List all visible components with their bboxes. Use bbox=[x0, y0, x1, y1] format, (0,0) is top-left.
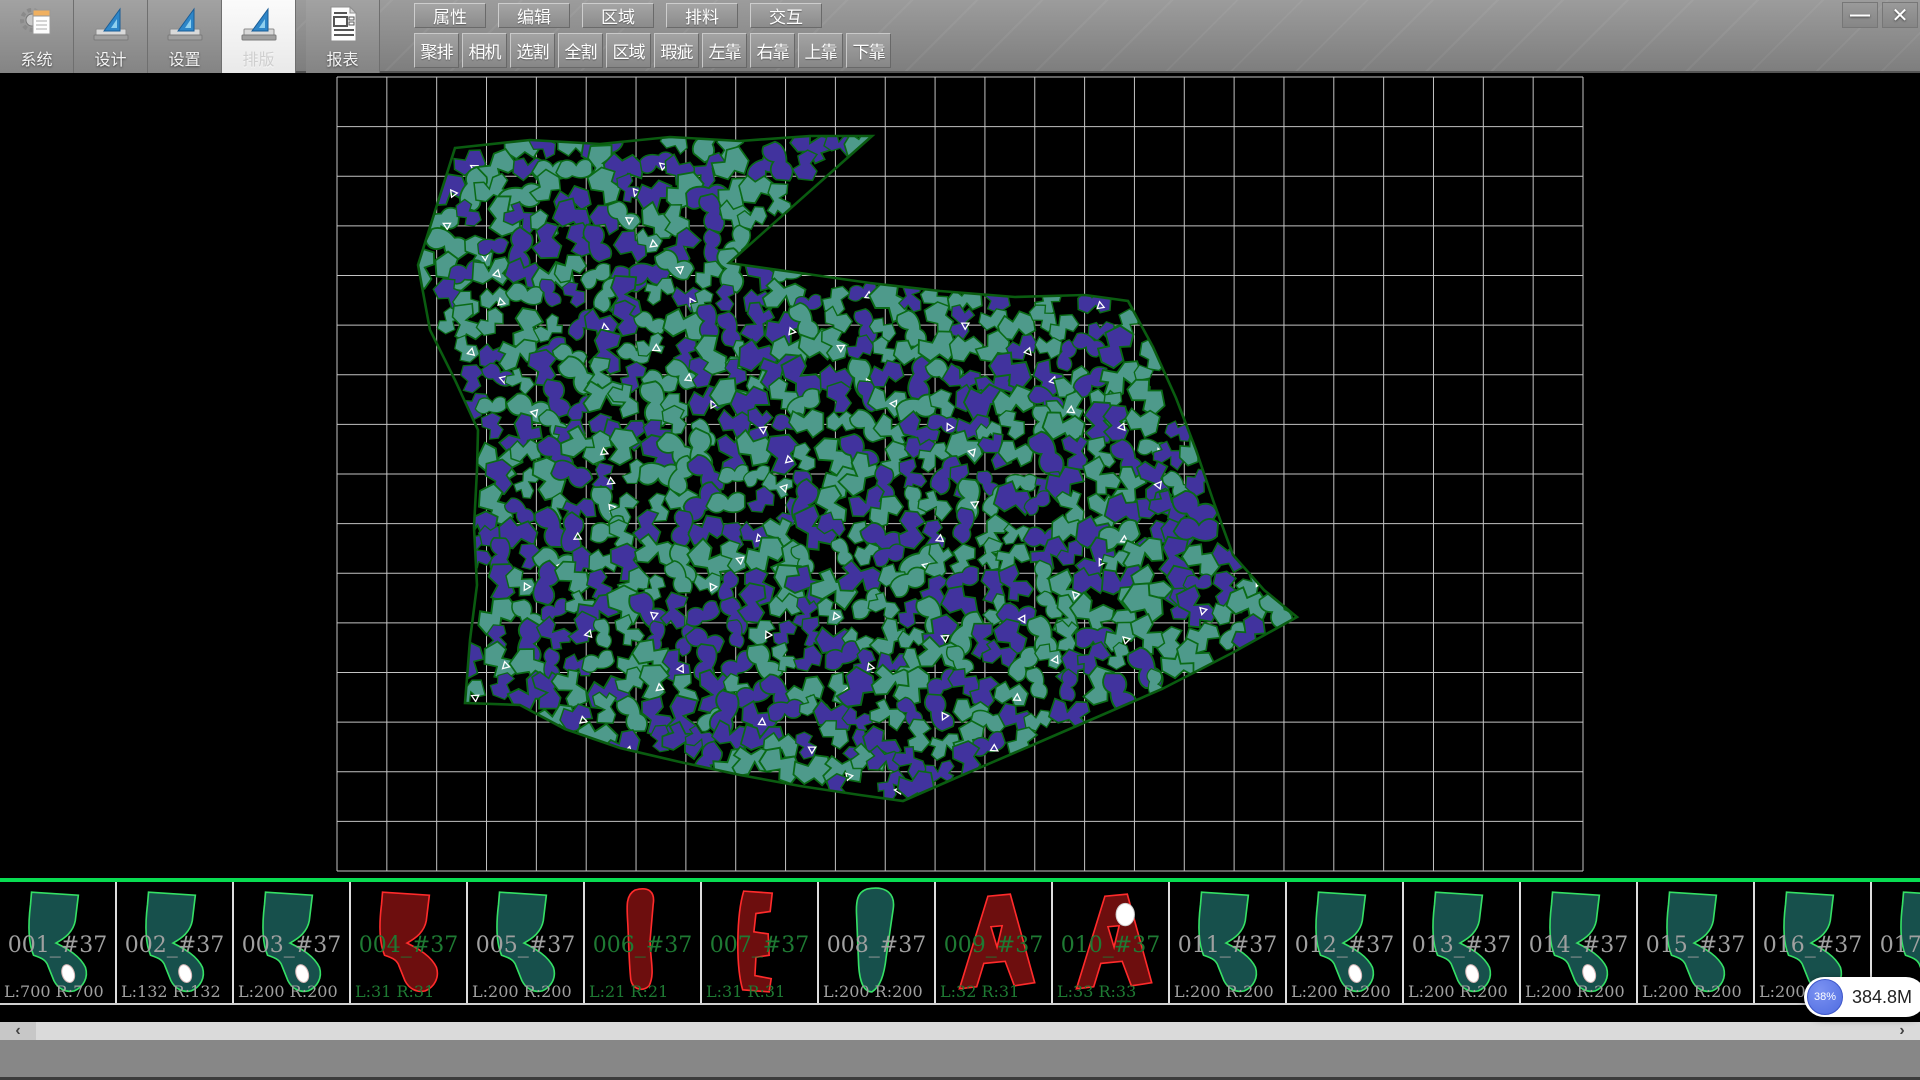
design-setsquare-icon bbox=[91, 4, 131, 44]
part-id-label: 007_#37 bbox=[702, 933, 817, 958]
main-nav-button[interactable]: 报表 bbox=[306, 0, 380, 73]
part-quantity-label: L:132 R:132 bbox=[121, 982, 221, 1001]
part-quantity-label: L:200 R:200 bbox=[238, 982, 338, 1001]
menu-tab[interactable]: 排料 bbox=[666, 3, 738, 28]
part-quantity-label: L:32 R:31 bbox=[940, 982, 1019, 1001]
report-document-icon bbox=[323, 4, 363, 44]
menu-tab[interactable]: 属性 bbox=[414, 3, 486, 28]
application-window: 系统 设计 设置 排版 报表 属性编辑区域排料交互 聚排相机选割全割区域瑕疵左靠… bbox=[0, 0, 1920, 1080]
part-id-label: 015_#37 bbox=[1638, 933, 1753, 958]
toolbar: 系统 设计 设置 排版 报表 属性编辑区域排料交互 聚排相机选割全割区域瑕疵左靠… bbox=[0, 0, 1920, 73]
scroll-left-icon[interactable]: ‹ bbox=[0, 1022, 36, 1040]
progress-percent-badge: 38% bbox=[1807, 979, 1843, 1015]
thumbnail-cell[interactable]: 003_#37 L:200 R:200 bbox=[234, 882, 351, 1003]
menu-tab-row: 属性编辑区域排料交互 bbox=[414, 3, 894, 28]
tool-button[interactable]: 全割 bbox=[558, 33, 603, 68]
parts-thumbnail-strip: 001_#37 L:700 R:700 002_#37 L:132 R:132 … bbox=[0, 878, 1920, 1005]
tool-button[interactable]: 区域 bbox=[606, 33, 651, 68]
thumbnail-cell[interactable]: 006_#37 L:21 R:21 bbox=[585, 882, 702, 1003]
part-id-label: 009_#37 bbox=[936, 933, 1051, 958]
part-id-label: 005_#37 bbox=[468, 933, 583, 958]
thumbnail-cell[interactable]: 007_#37 L:31 R:31 bbox=[702, 882, 819, 1003]
thumbnail-cell[interactable]: 014_#37 L:200 R:200 bbox=[1521, 882, 1638, 1003]
part-id-label: 004_#37 bbox=[351, 933, 466, 958]
part-quantity-label: L:31 R:31 bbox=[706, 982, 785, 1001]
main-nav-button[interactable]: 排版 bbox=[222, 0, 296, 73]
horizontal-scrollbar[interactable]: ‹ › bbox=[0, 1022, 1920, 1040]
thumbnail-cell[interactable]: 009_#37 L:32 R:31 bbox=[936, 882, 1053, 1003]
thumbnail-cell[interactable]: 005_#37 L:200 R:200 bbox=[468, 882, 585, 1003]
part-quantity-label: L:200 R:200 bbox=[1174, 982, 1274, 1001]
memory-usage-label: 384.8M bbox=[1852, 987, 1912, 1008]
part-quantity-label: L:21 R:21 bbox=[589, 982, 668, 1001]
part-id-label: 014_#37 bbox=[1521, 933, 1636, 958]
part-quantity-label: L:200 R:200 bbox=[1525, 982, 1625, 1001]
main-nav-button-label: 设置 bbox=[168, 46, 200, 70]
menu-tab[interactable]: 交互 bbox=[750, 3, 822, 28]
progress-widget: 38% 384.8M bbox=[1804, 977, 1920, 1017]
menu-area: 属性编辑区域排料交互 聚排相机选割全割区域瑕疵左靠右靠上靠下靠 bbox=[414, 0, 894, 68]
part-quantity-label: L:31 R:31 bbox=[355, 982, 434, 1001]
thumbnail-cell[interactable]: 008_#37 L:200 R:200 bbox=[819, 882, 936, 1003]
window-controls: — ✕ bbox=[1842, 2, 1918, 28]
part-id-label: 008_#37 bbox=[819, 933, 934, 958]
thumbnail-cell[interactable]: 011_#37 L:200 R:200 bbox=[1170, 882, 1287, 1003]
minimize-button[interactable]: — bbox=[1842, 2, 1878, 28]
main-nav-button[interactable]: 设置 bbox=[148, 0, 222, 73]
system-gear-icon bbox=[17, 4, 57, 44]
part-quantity-label: L:200 R:200 bbox=[1291, 982, 1391, 1001]
main-nav-button[interactable]: 系统 bbox=[0, 0, 74, 73]
thumbnail-cell[interactable]: 004_#37 L:31 R:31 bbox=[351, 882, 468, 1003]
part-quantity-label: L:200 R:200 bbox=[823, 982, 923, 1001]
part-id-label: 001_#37 bbox=[0, 933, 115, 958]
settings-setsquare-icon bbox=[165, 4, 205, 44]
part-quantity-label: L:33 R:33 bbox=[1057, 982, 1136, 1001]
thumbnail-cell[interactable]: 010_#37 L:33 R:33 bbox=[1053, 882, 1170, 1003]
main-nav-button-label: 报表 bbox=[326, 46, 358, 70]
nesting-setsquare-icon bbox=[239, 4, 279, 44]
part-id-label: 010_#37 bbox=[1053, 933, 1168, 958]
menu-tab[interactable]: 编辑 bbox=[498, 3, 570, 28]
main-nav-button-label: 系统 bbox=[20, 46, 52, 70]
main-nav-button-label: 设计 bbox=[94, 46, 126, 70]
tool-button[interactable]: 相机 bbox=[462, 33, 507, 68]
part-quantity-label: L:200 R:200 bbox=[1408, 982, 1508, 1001]
part-id-label: 011_#37 bbox=[1170, 933, 1285, 958]
nesting-canvas-svg bbox=[0, 73, 1920, 880]
part-quantity-label: L:200 R:200 bbox=[1642, 982, 1742, 1001]
scrollbar-track[interactable] bbox=[36, 1022, 1884, 1040]
status-bar bbox=[0, 1040, 1920, 1077]
part-quantity-label: L:200 R:200 bbox=[472, 982, 572, 1001]
tool-button[interactable]: 下靠 bbox=[846, 33, 891, 68]
part-id-label: 016_#37 bbox=[1755, 933, 1870, 958]
thumbnail-cell[interactable]: 012_#37 L:200 R:200 bbox=[1287, 882, 1404, 1003]
main-nav-button-label: 排版 bbox=[242, 46, 274, 70]
tool-button[interactable]: 选割 bbox=[510, 33, 555, 68]
tool-button[interactable]: 左靠 bbox=[702, 33, 747, 68]
tool-button-row: 聚排相机选割全割区域瑕疵左靠右靠上靠下靠 bbox=[414, 33, 894, 68]
part-id-label: 003_#37 bbox=[234, 933, 349, 958]
part-id-label: 002_#37 bbox=[117, 933, 232, 958]
tool-button[interactable]: 上靠 bbox=[798, 33, 843, 68]
part-id-label: 006_#37 bbox=[585, 933, 700, 958]
part-id-label: 012_#37 bbox=[1287, 933, 1402, 958]
part-quantity-label: L:700 R:700 bbox=[4, 982, 104, 1001]
part-id-label: 013_#37 bbox=[1404, 933, 1519, 958]
close-button[interactable]: ✕ bbox=[1882, 2, 1918, 28]
main-nav-button[interactable]: 设计 bbox=[74, 0, 148, 73]
tool-button[interactable]: 瑕疵 bbox=[654, 33, 699, 68]
thumbnail-cell[interactable]: 001_#37 L:700 R:700 bbox=[0, 882, 117, 1003]
thumbnail-cell[interactable]: 002_#37 L:132 R:132 bbox=[117, 882, 234, 1003]
part-id-label: 017_#37 bbox=[1872, 933, 1920, 958]
thumbnail-cell[interactable]: 015_#37 L:200 R:200 bbox=[1638, 882, 1755, 1003]
thumbnail-cell[interactable]: 013_#37 L:200 R:200 bbox=[1404, 882, 1521, 1003]
tool-button[interactable]: 聚排 bbox=[414, 33, 459, 68]
main-nav: 系统 设计 设置 排版 报表 bbox=[0, 0, 380, 73]
tool-button[interactable]: 右靠 bbox=[750, 33, 795, 68]
menu-tab[interactable]: 区域 bbox=[582, 3, 654, 28]
scroll-right-icon[interactable]: › bbox=[1884, 1022, 1920, 1040]
nesting-canvas[interactable] bbox=[0, 73, 1920, 880]
